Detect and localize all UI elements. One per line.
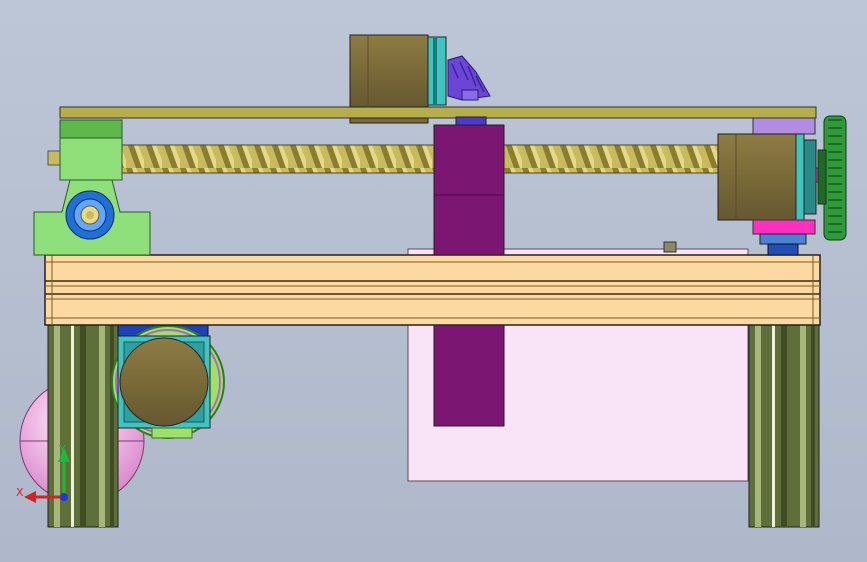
lead-screw: [47, 144, 725, 174]
axis-y-label: Y: [58, 443, 66, 456]
top-rail: [59, 106, 817, 119]
cad-viewport[interactable]: Y X: [0, 0, 867, 562]
panel-knob: [663, 241, 677, 253]
lower-gear-motor: [111, 322, 225, 439]
right-leg: [748, 322, 820, 528]
frame-beam: [44, 254, 821, 326]
axis-x-label: X: [16, 486, 24, 499]
